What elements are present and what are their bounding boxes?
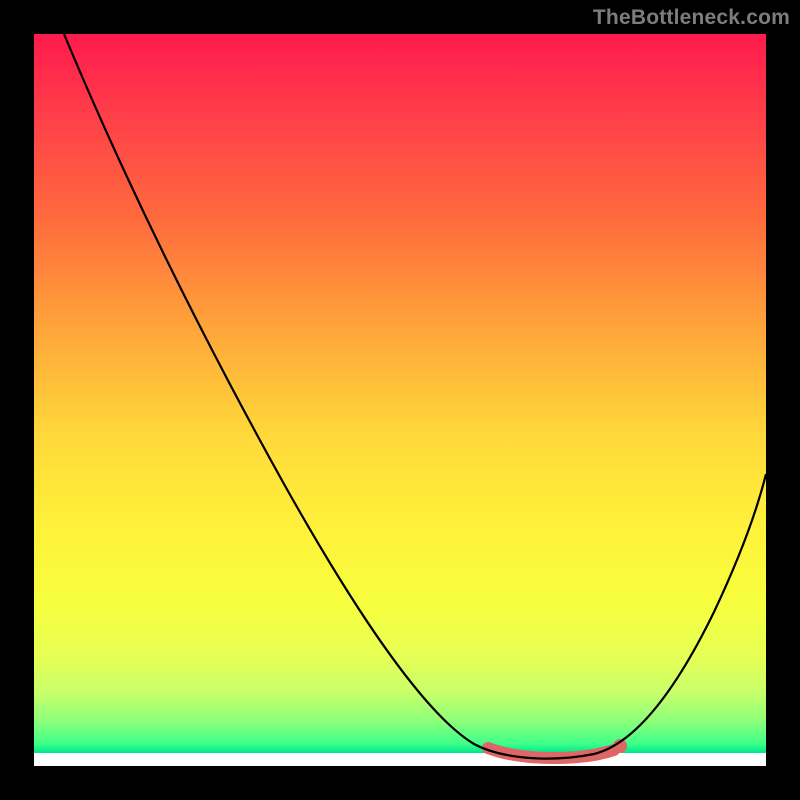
bottleneck-curve — [64, 34, 766, 759]
chart-container: TheBottleneck.com — [0, 0, 800, 800]
optimum-band — [488, 748, 614, 758]
watermark-text: TheBottleneck.com — [593, 6, 790, 30]
curve-layer — [34, 34, 766, 766]
plot-area — [34, 34, 766, 766]
optimum-marker — [613, 739, 627, 753]
